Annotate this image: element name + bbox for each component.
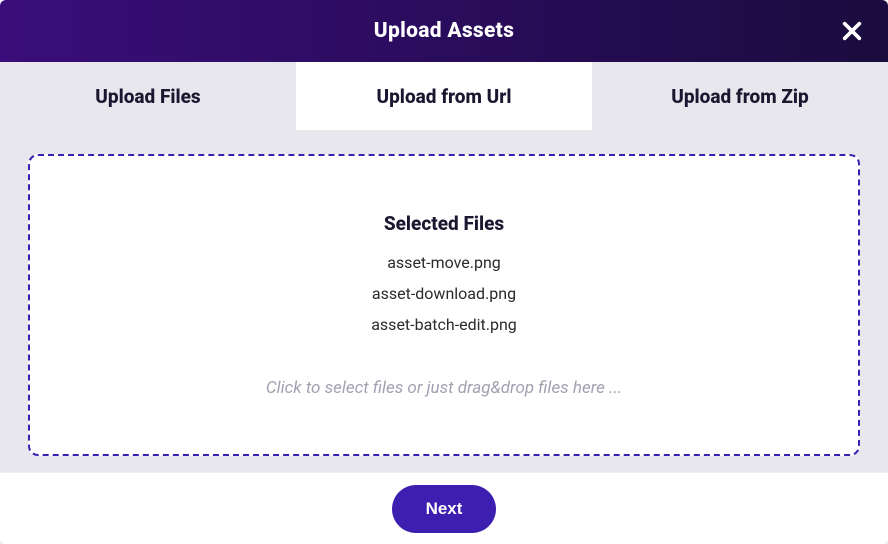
selected-file-item: asset-download.png bbox=[372, 278, 516, 309]
tab-upload-from-zip[interactable]: Upload from Zip bbox=[592, 62, 888, 130]
selected-files-heading: Selected Files bbox=[384, 212, 504, 235]
upload-assets-modal: Upload Assets Upload Files Upload from U… bbox=[0, 0, 888, 544]
dropzone-hint: Click to select files or just drag&drop … bbox=[266, 378, 622, 398]
modal-body: Selected Files asset-move.png asset-down… bbox=[0, 130, 888, 472]
tab-label: Upload from Url bbox=[377, 85, 512, 108]
tab-label: Upload from Zip bbox=[671, 85, 809, 108]
tab-label: Upload Files bbox=[95, 85, 200, 108]
modal-header: Upload Assets bbox=[0, 0, 888, 62]
next-button[interactable]: Next bbox=[392, 485, 497, 533]
modal-footer: Next bbox=[0, 472, 888, 544]
close-button[interactable] bbox=[838, 17, 866, 45]
next-button-label: Next bbox=[426, 499, 463, 518]
file-dropzone[interactable]: Selected Files asset-move.png asset-down… bbox=[28, 154, 860, 456]
close-icon bbox=[841, 20, 863, 42]
selected-file-item: asset-batch-edit.png bbox=[371, 309, 517, 340]
tab-upload-from-url[interactable]: Upload from Url bbox=[296, 62, 592, 130]
modal-title: Upload Assets bbox=[374, 19, 514, 43]
selected-file-item: asset-move.png bbox=[387, 247, 501, 278]
tab-upload-files[interactable]: Upload Files bbox=[0, 62, 296, 130]
tab-bar: Upload Files Upload from Url Upload from… bbox=[0, 62, 888, 130]
